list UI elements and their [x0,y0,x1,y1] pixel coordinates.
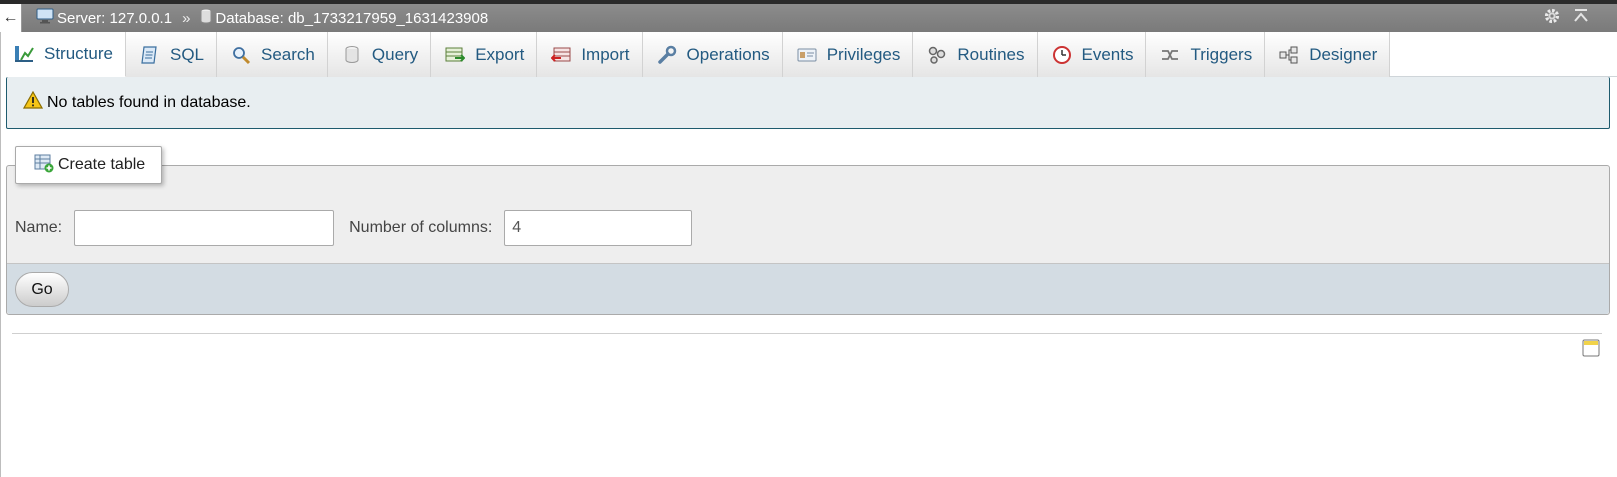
left-edge [0,32,1,477]
tab-label: Operations [686,44,770,64]
divider [12,333,1602,334]
tab-label: Query [371,44,419,64]
bar-controls [1543,7,1589,29]
breadcrumb-separator: » [182,9,191,27]
sql-icon [140,45,160,65]
tab-label: Triggers [1190,44,1253,64]
tab-events[interactable]: Events [1037,32,1147,77]
console-toggle-icon[interactable] [1582,339,1600,362]
tab-structure[interactable]: Structure [0,32,126,77]
tab-designer[interactable]: Designer [1265,32,1391,77]
create-table-row: Name: Number of columns: [15,210,693,246]
create-table-footer [7,263,1609,314]
no-tables-notice: No tables found in database. [6,77,1610,129]
notice-text: No tables found in database. [47,93,251,111]
export-icon [445,45,466,65]
tab-label: Structure [44,44,113,63]
tab-operations[interactable]: Operations [642,32,783,77]
tab-export[interactable]: Export [431,32,538,77]
tab-label: Privileges [826,44,901,64]
columns-label: Number of columns: [349,219,493,236]
database-icon [200,8,212,28]
structure-icon [14,44,34,64]
tab-privileges[interactable]: Privileges [782,32,914,77]
search-icon [231,45,251,65]
settings-gear-icon[interactable] [1543,7,1561,29]
tab-label: Routines [957,44,1025,64]
tab-triggers[interactable]: Triggers [1146,32,1266,77]
triggers-icon [1160,45,1180,65]
database-label: Database: db_1733217959_1631423908 [215,9,489,27]
new-table-icon [34,153,54,178]
tab-routines[interactable]: Routines [913,32,1038,77]
tab-import[interactable]: Import [537,32,643,77]
number-of-columns-input[interactable] [504,210,693,246]
clock-icon [1052,45,1072,65]
collapse-top-icon[interactable] [1573,8,1589,28]
create-table-legend: Create table [15,146,162,184]
tab-label: Designer [1309,44,1378,64]
back-button[interactable]: ← [0,4,22,32]
back-arrow-icon: ← [2,9,19,26]
server-label: Server: 127.0.0.1 [57,9,173,27]
create-table-title: Create table [58,156,146,173]
tab-label: SQL [169,44,205,64]
query-icon [342,45,362,65]
tab-query[interactable]: Query [327,32,432,77]
wrench-icon [657,45,677,65]
phpmyadmin-page: ← Server: 127.0.0.1 » Database: db_17332… [0,0,1617,477]
name-label: Name: [15,219,63,236]
breadcrumb: ← Server: 127.0.0.1 » Database: db_17332… [0,4,1617,32]
warning-icon [22,90,44,114]
breadcrumb-database[interactable]: Database: db_1733217959_1631423908 [200,8,488,28]
go-button[interactable]: Go [15,272,69,307]
tab-label: Export [475,44,525,64]
designer-icon [1279,45,1299,65]
tab-search[interactable]: Search [217,32,328,77]
tab-sql[interactable]: SQL [125,32,218,77]
table-name-input[interactable] [74,210,335,246]
tab-label: Import [581,44,630,64]
routines-icon [927,45,947,65]
server-icon [36,8,54,28]
breadcrumb-server[interactable]: Server: 127.0.0.1 [36,8,172,28]
privileges-icon [797,45,817,65]
import-icon [551,45,571,65]
tab-label: Events [1081,44,1134,64]
tab-label: Search [261,44,315,64]
tab-bar: Structure SQL Search Query Export Import… [0,32,1617,77]
